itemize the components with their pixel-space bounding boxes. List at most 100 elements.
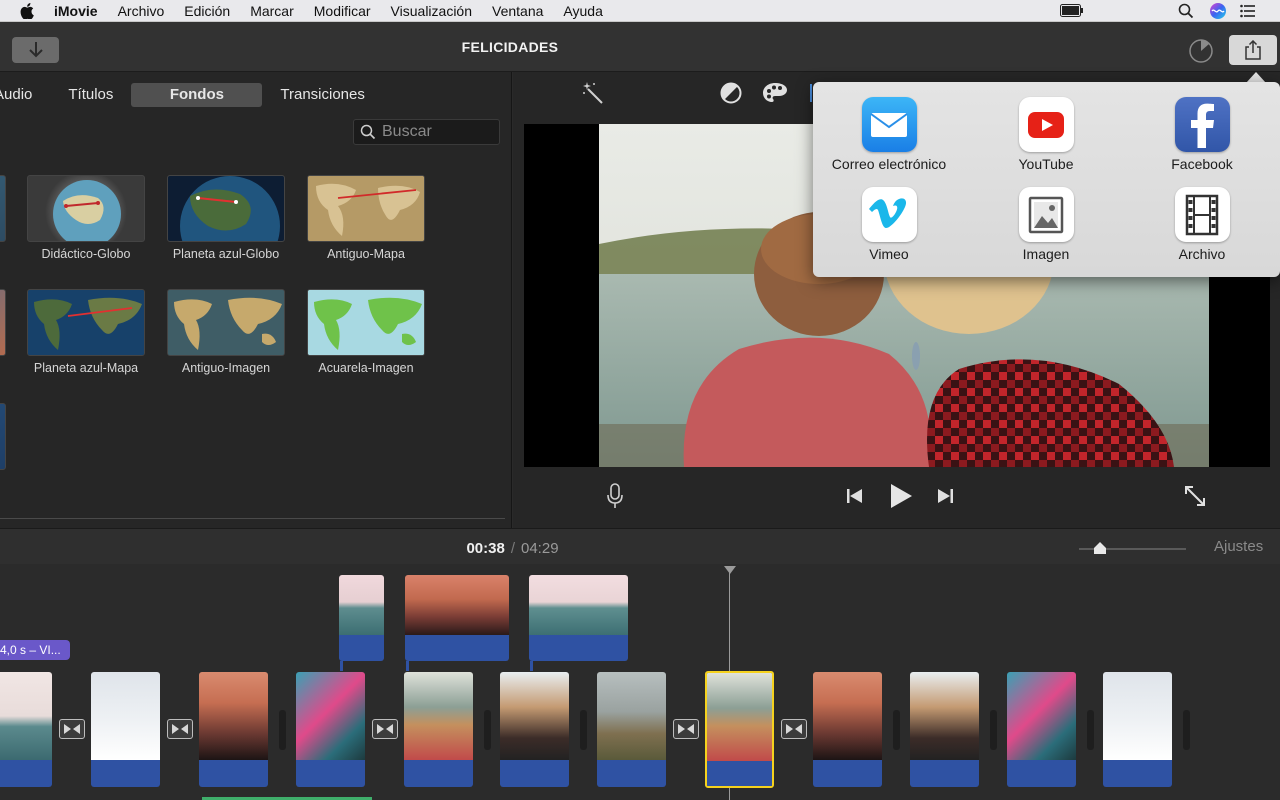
share-label: Archivo	[1178, 246, 1226, 262]
total-time: 04:29	[521, 540, 559, 557]
siri-icon[interactable]	[1209, 2, 1227, 20]
video-clip[interactable]	[813, 672, 882, 787]
background-label: Didáctico-Globo	[41, 247, 131, 261]
voiceover-microphone-icon[interactable]	[604, 482, 626, 510]
share-option-email[interactable]: Correo electrónico	[811, 97, 967, 172]
tab-titulos[interactable]: Títulos	[50, 83, 131, 107]
menu-edicion[interactable]: Edición	[184, 3, 230, 19]
transition-icon[interactable]	[372, 719, 398, 739]
cutaway-connector	[406, 661, 409, 671]
share-popover: Correo electrónico YouTube Facebook Vime…	[813, 82, 1280, 277]
share-button[interactable]	[1229, 35, 1277, 65]
transition-icon[interactable]	[59, 719, 85, 739]
menu-marcar[interactable]: Marcar	[250, 3, 294, 19]
background-thumb-antiguo-mapa[interactable]	[307, 175, 425, 242]
background-tasks-icon[interactable]	[1188, 38, 1214, 64]
video-clip[interactable]	[597, 672, 666, 787]
film-icon	[1174, 187, 1230, 242]
background-thumb-didactico-globo[interactable]	[27, 175, 145, 242]
youtube-icon	[1018, 97, 1074, 152]
tab-fondos[interactable]: Fondos	[131, 83, 263, 107]
magic-wand-icon[interactable]	[581, 80, 607, 106]
video-clip[interactable]	[0, 672, 52, 787]
video-clip[interactable]	[1103, 672, 1172, 787]
video-clip[interactable]	[1007, 672, 1076, 787]
settings-button[interactable]: Ajustes	[1214, 538, 1263, 555]
video-clip[interactable]	[199, 672, 268, 787]
share-option-archivo[interactable]: Archivo	[1124, 187, 1280, 262]
color-correction-palette-icon[interactable]	[762, 80, 788, 106]
transition-icon[interactable]	[167, 719, 193, 739]
share-icon	[1245, 40, 1261, 60]
background-label: Acuarela-Imagen	[318, 361, 414, 375]
background-thumb-acuarela-imagen[interactable]	[307, 289, 425, 356]
share-option-facebook[interactable]: Facebook	[1124, 97, 1280, 172]
background-thumb-antiguo-imagen[interactable]	[167, 289, 285, 356]
selected-video-clip[interactable]	[705, 671, 774, 788]
search-field[interactable]: Buscar	[353, 119, 500, 145]
project-title: FELICIDADES	[461, 39, 559, 55]
menu-visualizacion[interactable]: Visualización	[391, 3, 472, 19]
menu-modificar[interactable]: Modificar	[314, 3, 371, 19]
search-placeholder: Buscar	[382, 123, 432, 140]
imovie-window: iMovie Archivo Edición Marcar Modificar …	[0, 0, 1280, 800]
notification-center-icon[interactable]	[1240, 4, 1256, 18]
background-thumb-partial[interactable]	[0, 289, 6, 356]
play-icon[interactable]	[888, 482, 914, 510]
fullscreen-icon[interactable]	[1183, 484, 1207, 508]
cutaway-connector	[530, 661, 533, 671]
menu-ventana[interactable]: Ventana	[492, 3, 543, 19]
skip-back-icon[interactable]	[845, 486, 865, 506]
browser-tabs: Audio Títulos Fondos Transiciones	[0, 83, 383, 107]
timeline: 4,0 s – VI...	[0, 564, 1280, 800]
background-thumb-partial[interactable]	[0, 175, 6, 242]
cutaway-clip[interactable]	[339, 575, 384, 661]
menu-archivo[interactable]: Archivo	[118, 3, 165, 19]
share-option-youtube[interactable]: YouTube	[968, 97, 1124, 172]
color-balance-icon[interactable]	[718, 80, 744, 106]
background-label: Antiguo-Imagen	[181, 361, 271, 375]
battery-icon[interactable]	[1060, 4, 1084, 17]
facebook-icon	[1174, 97, 1230, 152]
share-option-imagen[interactable]: Imagen	[968, 187, 1124, 262]
background-label: Antiguo-Mapa	[327, 247, 405, 261]
share-label: Correo electrónico	[831, 156, 947, 172]
vimeo-icon	[861, 187, 917, 242]
spotlight-search-icon[interactable]	[1178, 3, 1194, 19]
time-separator: /	[510, 540, 515, 557]
clip-gap	[1183, 710, 1190, 750]
cutaway-clip[interactable]	[529, 575, 628, 661]
cutaway-connector	[340, 661, 343, 671]
share-label: Vimeo	[869, 246, 909, 262]
image-icon	[1018, 187, 1074, 242]
transition-icon[interactable]	[673, 719, 699, 739]
skip-forward-icon[interactable]	[935, 486, 955, 506]
current-time: 00:38	[466, 540, 505, 557]
toolbar: FELICIDADES	[0, 22, 1280, 72]
background-label: Planeta azul-Globo	[172, 247, 280, 261]
background-thumb-partial[interactable]	[0, 403, 6, 470]
video-clip[interactable]	[500, 672, 569, 787]
video-clip[interactable]	[910, 672, 979, 787]
title-clip[interactable]: 4,0 s – VI...	[0, 640, 70, 660]
tab-audio[interactable]: Audio	[0, 83, 50, 107]
mail-icon	[861, 97, 917, 152]
timeline-header: 00:38 / 04:29 Ajustes	[0, 528, 1280, 564]
video-clip[interactable]	[296, 672, 365, 787]
background-thumb-planeta-azul-globo[interactable]	[167, 175, 285, 242]
video-clip[interactable]	[404, 672, 473, 787]
cutaway-clip[interactable]	[405, 575, 509, 661]
menu-ayuda[interactable]: Ayuda	[563, 3, 602, 19]
video-clip[interactable]	[91, 672, 160, 787]
menu-imovie[interactable]: iMovie	[54, 3, 98, 19]
zoom-slider-knob[interactable]	[1093, 541, 1107, 555]
panel-divider	[0, 518, 505, 519]
background-thumb-planeta-azul-mapa[interactable]	[27, 289, 145, 356]
timecode: 00:38 / 04:29	[0, 540, 1025, 557]
apple-icon[interactable]	[20, 2, 38, 19]
transition-icon[interactable]	[781, 719, 807, 739]
playhead-marker[interactable]	[724, 566, 736, 574]
menu-bar: iMovie Archivo Edición Marcar Modificar …	[0, 0, 1280, 22]
tab-transiciones[interactable]: Transiciones	[262, 83, 382, 107]
share-option-vimeo[interactable]: Vimeo	[811, 187, 967, 262]
